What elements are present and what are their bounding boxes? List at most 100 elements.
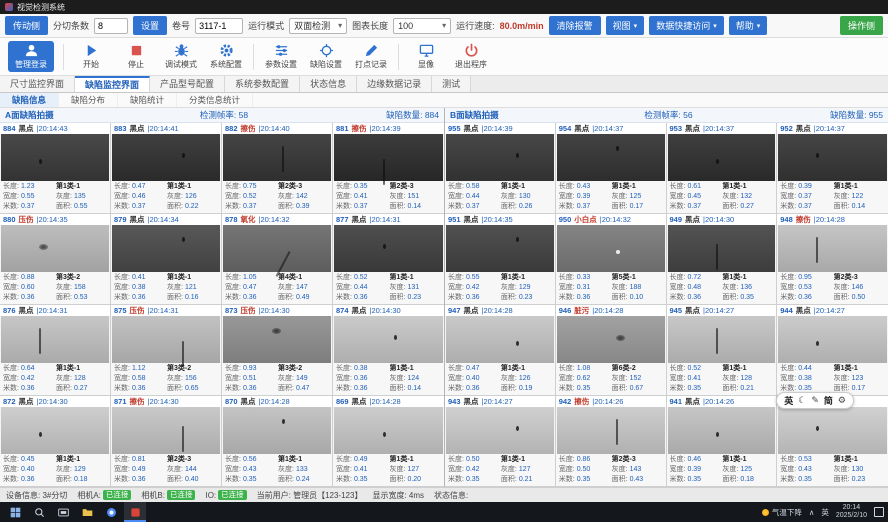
defect-type: 黑点 xyxy=(130,123,145,134)
action-button-9[interactable]: 退出程序 xyxy=(453,43,489,70)
operate-side-button[interactable]: 操作侧 xyxy=(840,16,883,35)
ime-simplified[interactable]: 简 xyxy=(824,394,833,407)
defect-info: 长度:0.58宽度:0.44米数:0.37第1类-1灰度:130面积:0.26 xyxy=(445,181,555,213)
defect-cell[interactable]: 953黑点|20:14:37长度:0.61宽度:0.45米数:0.37第1类-1… xyxy=(667,123,778,214)
action-button-6[interactable]: 缺陷设置 xyxy=(308,43,344,70)
ime-settings-icon[interactable]: ⚙ xyxy=(838,395,846,406)
defect-cell-header: 955黑点|20:14:39 xyxy=(445,123,555,134)
action-button-8[interactable]: 显像 xyxy=(408,43,444,70)
defect-cell[interactable]: 870黑点|20:14:28长度:0.56宽度:0.43米数:0.35第1类-1… xyxy=(222,396,333,487)
subtab-3[interactable]: 分类信息统计 xyxy=(177,93,253,107)
toolbar-divider xyxy=(63,44,64,70)
quick-data-menu-button[interactable]: 数据快捷访问 xyxy=(649,16,724,35)
defect-cell[interactable]: 882擦伤|20:14:40长度:0.75宽度:0.52米数:0.37第2类-3… xyxy=(222,123,333,214)
action-button-0[interactable]: 管理登录 xyxy=(8,41,54,72)
defect-cell[interactable]: 940黑点|20:14:26长度:0.53宽度:0.43米数:0.35第1类-1… xyxy=(777,396,888,487)
tab-0[interactable]: 尺寸监控界面 xyxy=(0,76,75,92)
roll-number-input[interactable] xyxy=(195,18,243,34)
defect-cell[interactable]: 879黑点|20:14:34长度:0.41宽度:0.38米数:0.36第1类-1… xyxy=(111,214,222,305)
action-button-7[interactable]: 打点记录 xyxy=(353,43,389,70)
clear-alarm-button[interactable]: 清除报警 xyxy=(549,16,601,35)
defect-cell[interactable]: 955黑点|20:14:39 长度:0.58宽度:0.44米数:0.37第1类-1… xyxy=(445,123,556,214)
tab-1[interactable]: 缺陷监控界面 xyxy=(75,76,150,92)
defect-mark xyxy=(39,244,48,250)
defect-cell[interactable]: 945黑点|20:14:27长度:0.52宽度:0.41米数:0.35第1类-1… xyxy=(667,305,778,396)
defect-cell[interactable]: 946脏污|20:14:28长度:1.08宽度:0.62米数:0.35第6类-2… xyxy=(556,305,667,396)
defect-cell[interactable]: 880压伤|20:14:35长度:0.88宽度:0.60米数:0.36第3类-2… xyxy=(0,214,111,305)
defect-id: 943 xyxy=(448,397,461,406)
defect-cell[interactable]: 944黑点|20:14:27长度:0.44宽度:0.38米数:0.35第1类-1… xyxy=(777,305,888,396)
defect-cell[interactable]: 871擦伤|20:14:30长度:0.81宽度:0.49米数:0.36第2类-3… xyxy=(111,396,222,487)
defect-cell[interactable]: 877黑点|20:14:31长度:0.52宽度:0.44米数:0.36第1类-1… xyxy=(333,214,444,305)
defect-class: 第1类-1 xyxy=(56,182,107,192)
defect-cell[interactable]: 872黑点|20:14:30长度:0.45宽度:0.40米数:0.36第1类-1… xyxy=(0,396,111,487)
folder-icon[interactable] xyxy=(76,502,98,522)
defect-cell[interactable]: 943黑点|20:14:27长度:0.50宽度:0.42米数:0.35第1类-1… xyxy=(445,396,556,487)
action-button-5[interactable]: 参数设置 xyxy=(263,43,299,70)
defect-image xyxy=(334,407,443,454)
taskview-icon[interactable] xyxy=(52,502,74,522)
slit-set-button[interactable]: 设置 xyxy=(133,16,167,35)
toolbar-divider xyxy=(253,44,254,70)
action-button-2[interactable]: 停止 xyxy=(118,43,154,70)
defect-cell[interactable]: 951黑点|20:14:35长度:0.55宽度:0.42米数:0.36第1类-1… xyxy=(445,214,556,305)
defect-info: 长度:0.52宽度:0.44米数:0.36第1类-1灰度:131面积:0.23 xyxy=(333,272,444,304)
defect-id: 955 xyxy=(448,124,461,133)
subtab-0[interactable]: 缺陷信息 xyxy=(0,93,59,107)
drive-side-button[interactable]: 传动侧 xyxy=(5,16,48,35)
defect-cell[interactable]: 947黑点|20:14:28长度:0.47宽度:0.40米数:0.36第1类-1… xyxy=(445,305,556,396)
defect-time: |20:14:26 xyxy=(592,397,623,406)
slit-count-input[interactable] xyxy=(94,18,128,34)
tab-2[interactable]: 产品型号配置 xyxy=(150,76,225,92)
ime-pen-icon[interactable]: ✎ xyxy=(811,395,819,406)
start-icon[interactable] xyxy=(4,502,26,522)
ime-moon-icon[interactable]: ☾ xyxy=(798,395,806,406)
defect-id: 874 xyxy=(336,306,349,315)
defect-cell[interactable]: 942擦伤|20:14:26长度:0.86宽度:0.50米数:0.35第2类-3… xyxy=(556,396,667,487)
action-button-1[interactable]: 开始 xyxy=(73,43,109,70)
defect-class: 第1类-1 xyxy=(834,182,885,192)
defect-cell[interactable]: 948擦伤|20:14:28长度:0.95宽度:0.53米数:0.36第2类-3… xyxy=(777,214,888,305)
defect-cell[interactable]: 875压伤|20:14:31长度:1.12宽度:0.58米数:0.36第3类-2… xyxy=(111,305,222,396)
browser-icon[interactable] xyxy=(100,502,122,522)
help-menu-button[interactable]: 帮助 xyxy=(729,16,768,35)
ime-lang-en[interactable]: 英 xyxy=(784,394,793,407)
action-button-4[interactable]: 系统配置 xyxy=(208,43,244,70)
subtab-2[interactable]: 缺陷统计 xyxy=(118,93,177,107)
defect-cell[interactable]: 873压伤|20:14:30长度:0.93宽度:0.51米数:0.36第3类-2… xyxy=(222,305,333,396)
defect-cell[interactable]: 876黑点|20:14:31长度:0.64宽度:0.42米数:0.36第1类-1… xyxy=(0,305,111,396)
clock[interactable]: 20:14 2025/2/10 xyxy=(836,504,867,520)
defect-cell[interactable]: 952黑点|20:14:37长度:0.39宽度:0.37米数:0.37第1类-1… xyxy=(777,123,888,214)
tab-6[interactable]: 测试 xyxy=(432,76,471,92)
weather-widget[interactable]: 气温下降 xyxy=(762,507,802,518)
defect-cell[interactable]: 950小白点|20:14:32长度:0.33宽度:0.31米数:0.36第5类-… xyxy=(556,214,667,305)
action-button-3[interactable]: 调试模式 xyxy=(163,43,199,70)
defect-cell[interactable]: 941黑点|20:14:26长度:0.46宽度:0.39米数:0.35第1类-1… xyxy=(667,396,778,487)
run-mode-label: 运行模式 xyxy=(248,19,284,32)
power-icon xyxy=(464,43,479,58)
tray-expand-caret[interactable]: ∧ xyxy=(809,508,815,517)
defect-cell[interactable]: 954黑点|20:14:37长度:0.43宽度:0.39米数:0.37第1类-1… xyxy=(556,123,667,214)
defect-cell[interactable]: 881擦伤|20:14:39长度:0.35宽度:0.41米数:0.37第2类-3… xyxy=(333,123,444,214)
tray-language-indicator[interactable]: 英 xyxy=(821,507,829,518)
chart-length-select[interactable]: 100 xyxy=(393,18,451,34)
tab-3[interactable]: 系统参数配置 xyxy=(225,76,300,92)
tab-5[interactable]: 边缘数据记录 xyxy=(357,76,432,92)
defect-cell-header: 951黑点|20:14:35 xyxy=(445,214,555,225)
defect-cell[interactable]: 883黑点|20:14:41长度:0.47宽度:0.46米数:0.37第1类-1… xyxy=(111,123,222,214)
search-icon[interactable] xyxy=(28,502,50,522)
defect-cell[interactable]: 874黑点|20:14:30长度:0.38宽度:0.36米数:0.36第1类-1… xyxy=(333,305,444,396)
app-red-icon[interactable] xyxy=(124,502,146,522)
notification-center-icon[interactable] xyxy=(874,507,884,517)
defect-cell-header: 943黑点|20:14:27 xyxy=(445,396,555,407)
run-mode-select[interactable]: 双面检测 xyxy=(289,18,347,34)
subtab-1[interactable]: 缺陷分布 xyxy=(59,93,118,107)
defect-image xyxy=(446,134,554,181)
defect-cell[interactable]: 869黑点|20:14:28长度:0.49宽度:0.41米数:0.35第1类-1… xyxy=(333,396,444,487)
view-menu-button[interactable]: 视图 xyxy=(606,16,645,35)
defect-cell[interactable]: 878氧化|20:14:32长度:1.05宽度:0.47米数:0.36第4类-1… xyxy=(222,214,333,305)
action-label: 系统配置 xyxy=(210,59,242,70)
defect-cell[interactable]: 884黑点|20:14:43长度:1.23宽度:0.55米数:0.37第1类-1… xyxy=(0,123,111,214)
defect-cell[interactable]: 949黑点|20:14:30长度:0.72宽度:0.48米数:0.36第1类-1… xyxy=(667,214,778,305)
tab-4[interactable]: 状态信息 xyxy=(300,76,357,92)
